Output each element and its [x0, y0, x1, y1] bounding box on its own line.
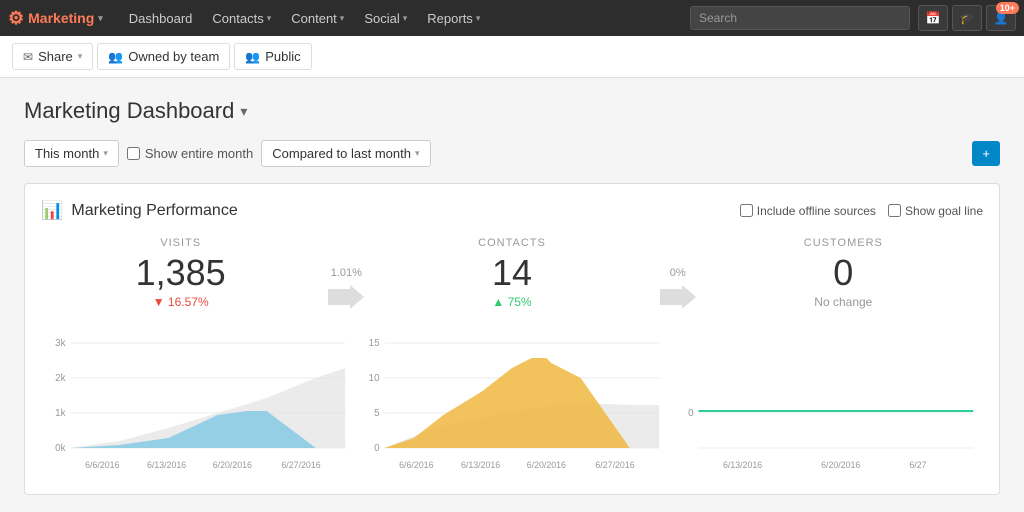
- card-title: Marketing Performance: [71, 202, 237, 220]
- svg-text:6/13/2016: 6/13/2016: [461, 460, 500, 470]
- customers-change: No change: [724, 295, 963, 309]
- calendar-icon-btn[interactable]: 📅: [918, 5, 948, 31]
- nav-item-dashboard[interactable]: Dashboard: [119, 0, 203, 36]
- brand-chevron-icon: ▾: [98, 13, 103, 24]
- search-container: [690, 6, 910, 30]
- show-entire-month-input[interactable]: [127, 147, 140, 160]
- visits-value: 1,385: [61, 253, 300, 293]
- customers-value: 0: [724, 253, 963, 293]
- contacts-metric: CONTACTS 14 ▲ 75%: [372, 237, 651, 309]
- content-chevron-icon: ▾: [340, 13, 345, 24]
- visits-chart: 3k 2k 1k 0k 6/6/2016 6/13/2016 6/20/2016…: [41, 323, 355, 478]
- svg-text:6/6/2016: 6/6/2016: [399, 460, 433, 470]
- svg-text:6/27/2016: 6/27/2016: [595, 460, 634, 470]
- svg-text:15: 15: [369, 338, 380, 349]
- team-icon: 👥: [108, 50, 123, 64]
- share-chevron-icon: ▾: [78, 51, 83, 62]
- arrow-right-icon-2: [660, 283, 696, 311]
- svg-text:6/13/2016: 6/13/2016: [723, 460, 762, 470]
- svg-text:0: 0: [374, 443, 380, 454]
- svg-text:1k: 1k: [55, 408, 65, 419]
- contacts-chevron-icon: ▾: [267, 13, 272, 24]
- sprocket-icon: ⚙: [8, 8, 24, 29]
- calendar-icon: 📅: [926, 11, 941, 25]
- page-title-row: Marketing Dashboard ▾: [24, 98, 1000, 124]
- card-title-row: 📊 Marketing Performance: [41, 200, 238, 221]
- share-button[interactable]: ✉ Share ▾: [12, 43, 93, 70]
- svg-text:6/27: 6/27: [909, 460, 926, 470]
- month-chevron-icon: ▾: [103, 148, 108, 159]
- svg-text:0: 0: [688, 408, 694, 419]
- conversion-arrow-2: 0%: [652, 237, 704, 311]
- title-dropdown-icon[interactable]: ▾: [240, 103, 247, 120]
- customers-chart: 0 6/13/2016 6/20/2016 6/27: [669, 323, 983, 478]
- svg-text:6/13/2016: 6/13/2016: [147, 460, 186, 470]
- svg-text:6/20/2016: 6/20/2016: [821, 460, 860, 470]
- contacts-change: ▲ 75%: [392, 295, 631, 309]
- public-icon: 👥: [245, 50, 260, 64]
- nav-item-content[interactable]: Content ▾: [281, 0, 354, 36]
- compared-to-button[interactable]: Compared to last month ▾: [261, 140, 430, 167]
- include-offline-checkbox[interactable]: Include offline sources: [740, 204, 876, 218]
- contacts-value: 14: [392, 253, 631, 293]
- visits-change: ▼ 16.57%: [61, 295, 300, 309]
- svg-text:3k: 3k: [55, 338, 65, 349]
- owned-by-team-button[interactable]: 👥 Owned by team: [97, 43, 230, 70]
- customers-area-chart: 0 6/13/2016 6/20/2016 6/27: [669, 323, 983, 478]
- show-goal-line-checkbox[interactable]: Show goal line: [888, 204, 983, 218]
- brand-label: Marketing: [28, 10, 94, 26]
- conversion-pct-2: 0%: [670, 267, 686, 279]
- this-month-button[interactable]: This month ▾: [24, 140, 119, 167]
- top-navigation: ⚙ Marketing ▾ Dashboard Contacts ▾ Conte…: [0, 0, 1024, 36]
- contacts-label: CONTACTS: [392, 237, 631, 249]
- notification-badge: 10+: [996, 2, 1019, 14]
- add-report-button[interactable]: +: [972, 141, 1000, 166]
- customers-label: CUSTOMERS: [724, 237, 963, 249]
- search-input[interactable]: [690, 6, 910, 30]
- sub-navigation: ✉ Share ▾ 👥 Owned by team 👥 Public: [0, 36, 1024, 78]
- brand-logo[interactable]: ⚙ Marketing ▾: [8, 8, 103, 29]
- show-entire-month-checkbox[interactable]: Show entire month: [127, 146, 253, 161]
- nav-item-contacts[interactable]: Contacts ▾: [202, 0, 281, 36]
- svg-text:5: 5: [374, 408, 380, 419]
- svg-text:2k: 2k: [55, 373, 65, 384]
- reports-chevron-icon: ▾: [476, 13, 481, 24]
- contacts-chart: 15 10 5 0 6/6/2016 6/13/2016 6/20/2016 6…: [355, 323, 669, 478]
- bar-chart-icon: 📊: [41, 200, 63, 221]
- nav-icon-group: 📅 🎓 👤 10+: [918, 5, 1016, 31]
- help-icon-btn[interactable]: 🎓: [952, 5, 982, 31]
- notifications-icon-btn[interactable]: 👤 10+: [986, 5, 1016, 31]
- social-chevron-icon: ▾: [403, 13, 408, 24]
- arrow-right-icon: [328, 283, 364, 311]
- show-goal-line-input[interactable]: [888, 204, 901, 217]
- metrics-row: VISITS 1,385 ▼ 16.57% 1.01% CONTACTS 14 …: [41, 237, 983, 311]
- svg-text:0k: 0k: [55, 443, 65, 454]
- conversion-pct-1: 1.01%: [331, 267, 362, 279]
- svg-text:6/27/2016: 6/27/2016: [281, 460, 320, 470]
- visits-metric: VISITS 1,385 ▼ 16.57%: [41, 237, 320, 309]
- svg-text:6/6/2016: 6/6/2016: [85, 460, 119, 470]
- nav-item-social[interactable]: Social ▾: [354, 0, 417, 36]
- card-header: 📊 Marketing Performance Include offline …: [41, 200, 983, 221]
- page-title: Marketing Dashboard: [24, 98, 234, 124]
- charts-row: 3k 2k 1k 0k 6/6/2016 6/13/2016 6/20/2016…: [41, 323, 983, 478]
- filter-bar: This month ▾ Show entire month Compared …: [24, 140, 1000, 167]
- page-content: Marketing Dashboard ▾ This month ▾ Show …: [0, 78, 1024, 495]
- svg-text:10: 10: [369, 373, 380, 384]
- conversion-arrow-1: 1.01%: [320, 237, 372, 311]
- compared-chevron-icon: ▾: [415, 148, 420, 159]
- include-offline-input[interactable]: [740, 204, 753, 217]
- svg-text:6/20/2016: 6/20/2016: [213, 460, 252, 470]
- graduation-icon: 🎓: [960, 11, 975, 25]
- contacts-area-chart: 15 10 5 0 6/6/2016 6/13/2016 6/20/2016 6…: [355, 323, 669, 478]
- visits-label: VISITS: [61, 237, 300, 249]
- public-button[interactable]: 👥 Public: [234, 43, 311, 70]
- share-icon: ✉: [23, 50, 33, 64]
- marketing-performance-card: 📊 Marketing Performance Include offline …: [24, 183, 1000, 495]
- card-options: Include offline sources Show goal line: [740, 204, 983, 218]
- svg-text:6/20/2016: 6/20/2016: [527, 460, 566, 470]
- customers-metric: CUSTOMERS 0 No change: [704, 237, 983, 309]
- visits-area-chart: 3k 2k 1k 0k 6/6/2016 6/13/2016 6/20/2016…: [41, 323, 355, 478]
- nav-item-reports[interactable]: Reports ▾: [417, 0, 490, 36]
